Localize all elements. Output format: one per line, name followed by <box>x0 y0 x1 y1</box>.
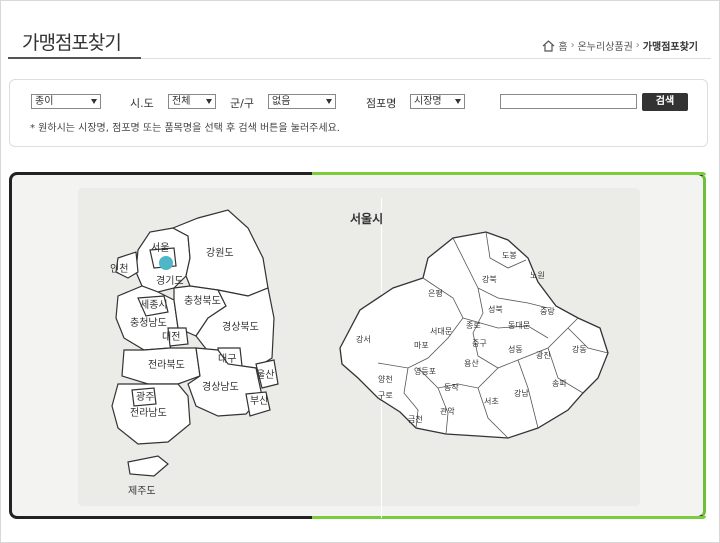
gungu-select-value: 없음 <box>272 96 291 107</box>
store-label: 점포명 <box>366 97 397 110</box>
search-note: * 원하시는 시장명, 점포명 또는 품목명을 선택 후 검색 버튼을 눌러주세… <box>30 123 340 134</box>
dropdown-arrow-icon <box>206 99 212 104</box>
district-gangdong[interactable]: 강동 <box>572 344 587 354</box>
map-frame: 서울 인천 경기도 강원도 세종시 충청북도 충청남도 대전 경상북도 전라북도… <box>9 172 706 519</box>
district-gwanak[interactable]: 관악 <box>440 406 455 416</box>
seoul-map: 서울시 도봉 노원 강북 은평 성북 중랑 종로 동대문 서대문 강서 마포 중… <box>339 211 609 439</box>
district-gangseo[interactable]: 강서 <box>356 334 371 344</box>
district-seongbuk[interactable]: 성북 <box>488 305 503 314</box>
search-panel: 종이 시.도 전체 군/구 없음 점포명 시장명 검색 * 원하시는 시장명, … <box>9 79 708 147</box>
sido-select[interactable]: 전체 <box>168 94 216 109</box>
district-dongjak[interactable]: 동작 <box>444 382 459 392</box>
map-inner-panel: 서울 인천 경기도 강원도 세종시 충청북도 충청남도 대전 경상북도 전라북도… <box>78 188 640 518</box>
title-underline <box>8 57 141 59</box>
district-geumcheon[interactable]: 금천 <box>408 414 423 424</box>
title-divider <box>141 58 711 59</box>
store-select[interactable]: 시장명 <box>410 94 465 109</box>
district-jungnang[interactable]: 중랑 <box>540 306 555 316</box>
district-guro[interactable]: 구로 <box>378 391 393 400</box>
frame-accent-top <box>312 172 706 175</box>
district-mapo[interactable]: 마포 <box>414 341 429 350</box>
gungu-label: 군/구 <box>230 97 254 110</box>
category-select[interactable]: 종이 <box>31 94 101 109</box>
dropdown-arrow-icon <box>455 99 461 104</box>
home-icon[interactable] <box>542 39 555 52</box>
district-seocho[interactable]: 서초 <box>484 397 499 406</box>
chevron-right-icon: › <box>635 40 640 51</box>
gungu-select[interactable]: 없음 <box>268 94 336 109</box>
district-dongdaemun[interactable]: 동대문 <box>508 321 530 330</box>
district-eunpyeong[interactable]: 은평 <box>428 288 443 298</box>
district-gangbuk[interactable]: 강북 <box>482 274 497 284</box>
seoul-map-title: 서울시 <box>350 211 383 226</box>
category-select-value: 종이 <box>35 96 54 107</box>
district-seongdong[interactable]: 성동 <box>508 345 523 354</box>
district-nowon[interactable]: 노원 <box>530 271 545 280</box>
district-gwangjin[interactable]: 광진 <box>536 350 551 360</box>
chevron-right-icon: › <box>570 40 575 51</box>
district-yangcheon[interactable]: 양천 <box>378 374 393 384</box>
dropdown-arrow-icon <box>326 99 332 104</box>
search-button[interactable]: 검색 <box>642 93 688 111</box>
district-songpa[interactable]: 송파 <box>552 379 567 388</box>
breadcrumb: 홈 › 온누리상품권 › 가맹점포찾기 <box>542 38 698 53</box>
district-gangnam[interactable]: 강남 <box>514 388 529 398</box>
district-seodaemun[interactable]: 서대문 <box>430 327 452 336</box>
district-dobong[interactable]: 도봉 <box>502 251 517 260</box>
page-title: 가맹점포찾기 <box>22 32 122 54</box>
sido-select-value: 전체 <box>172 96 191 107</box>
district-yongsan[interactable]: 용산 <box>464 358 479 368</box>
breadcrumb-current: 가맹점포찾기 <box>642 42 698 53</box>
breadcrumb-onnuri[interactable]: 온누리상품권 <box>578 38 633 53</box>
seoul-outline <box>339 231 609 439</box>
district-yeongdeungpo[interactable]: 영등포 <box>414 366 436 376</box>
store-select-value: 시장명 <box>414 96 442 107</box>
district-jongno[interactable]: 종로 <box>466 321 481 330</box>
frame-accent-bottom <box>312 516 706 519</box>
search-input[interactable] <box>500 94 637 109</box>
breadcrumb-home[interactable]: 홈 <box>558 38 567 53</box>
sido-label: 시.도 <box>130 97 154 110</box>
district-junggu[interactable]: 중구 <box>472 339 487 348</box>
dropdown-arrow-icon <box>91 99 97 104</box>
